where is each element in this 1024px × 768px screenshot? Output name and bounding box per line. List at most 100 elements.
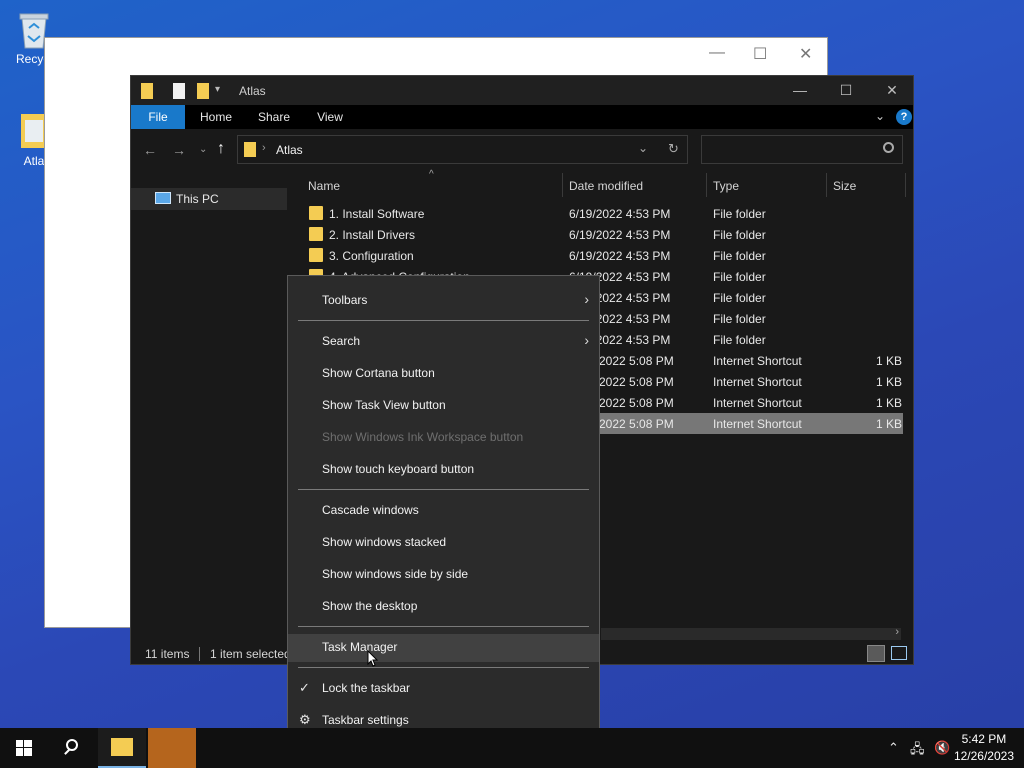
help-icon[interactable]: ? xyxy=(896,109,912,125)
column-divider[interactable] xyxy=(562,173,563,197)
back-icon[interactable]: ← xyxy=(143,142,157,158)
file-date: 2022 5:08 PM xyxy=(599,417,674,431)
tab-view[interactable]: View xyxy=(307,105,353,129)
file-type: Internet Shortcut xyxy=(713,354,802,368)
recent-locations-icon[interactable]: ⌄ xyxy=(199,144,207,155)
breadcrumb[interactable]: Atlas xyxy=(276,143,303,157)
clock-time: 5:42 PM xyxy=(961,732,1007,746)
minimize-icon[interactable]: — xyxy=(709,44,725,62)
file-date: 2022 5:08 PM xyxy=(599,375,674,389)
clock-date: 12/26/2023 xyxy=(953,749,1014,763)
horizontal-scrollbar[interactable]: › xyxy=(601,626,901,640)
system-clock[interactable]: 5:42 PM 12/26/2023 xyxy=(954,731,1014,765)
minimize-button[interactable]: — xyxy=(777,76,823,105)
new-folder-icon[interactable] xyxy=(197,83,209,99)
file-type: File folder xyxy=(713,333,766,347)
file-type: File folder xyxy=(713,312,766,326)
gear-icon: ⚙ xyxy=(299,712,311,727)
menu-item-label: Show Windows Ink Workspace button xyxy=(322,430,524,444)
refresh-icon[interactable]: ↻ xyxy=(668,141,679,157)
computer-icon xyxy=(155,192,171,204)
submenu-arrow-icon: › xyxy=(584,332,589,348)
scroll-right-icon[interactable]: › xyxy=(895,626,899,638)
menu-item-label: Toolbars xyxy=(322,293,368,307)
item-count: 11 items xyxy=(145,647,190,661)
up-icon[interactable]: ↑ xyxy=(217,140,225,158)
menu-item-search[interactable]: Search › xyxy=(288,328,599,354)
show-hidden-icons-icon[interactable]: ⌃ xyxy=(888,740,899,756)
file-date: 2022 5:08 PM xyxy=(599,354,674,368)
column-divider[interactable] xyxy=(826,173,827,197)
sort-indicator-icon: ^ xyxy=(429,169,434,180)
menu-item-show-touch-keyboard[interactable]: Show touch keyboard button xyxy=(288,456,599,482)
navigation-pane: This PC xyxy=(131,173,287,641)
search-button[interactable] xyxy=(48,728,96,768)
menu-item-label: Show windows side by side xyxy=(322,567,469,581)
menu-item-label: Show windows stacked xyxy=(322,535,447,549)
close-button[interactable]: ✕ xyxy=(869,76,915,105)
file-size: 1 KB xyxy=(876,354,903,368)
file-name: 3. Configuration xyxy=(329,249,414,263)
address-bar[interactable]: › Atlas ⌄ ↻ xyxy=(237,135,688,164)
folder-icon xyxy=(309,206,323,220)
column-divider[interactable] xyxy=(905,173,906,197)
menu-item-show-windows-side-by-side[interactable]: Show windows side by side xyxy=(288,561,599,587)
start-button[interactable] xyxy=(0,728,48,768)
menu-item-label: Cascade windows xyxy=(322,503,419,517)
column-header-name[interactable]: Name xyxy=(308,179,340,193)
column-header-type[interactable]: Type xyxy=(713,179,739,193)
menu-item-label: Show Cortana button xyxy=(322,366,435,380)
menu-item-lock-taskbar[interactable]: ✓ Lock the taskbar xyxy=(288,675,599,701)
customize-quick-access-icon[interactable]: ▾ xyxy=(215,84,220,95)
submenu-arrow-icon: › xyxy=(584,291,589,307)
tab-home[interactable]: Home xyxy=(193,105,239,129)
maximize-button[interactable]: ☐ xyxy=(823,76,869,105)
column-divider[interactable] xyxy=(706,173,707,197)
folder-icon xyxy=(309,248,323,262)
forward-icon[interactable]: → xyxy=(172,142,186,158)
file-date: 6/19/2022 4:53 PM xyxy=(569,207,671,221)
expand-ribbon-icon[interactable]: ⌄ xyxy=(875,109,885,123)
close-icon[interactable]: ✕ xyxy=(799,44,812,64)
properties-icon[interactable] xyxy=(173,83,185,99)
checkmark-icon: ✓ xyxy=(299,680,310,695)
search-icon xyxy=(883,142,894,153)
taskbar-app-file-explorer[interactable] xyxy=(98,728,146,768)
taskbar: ⌃ 🖧 🔇 5:42 PM 12/26/2023 xyxy=(0,728,1024,768)
menu-item-label: Lock the taskbar xyxy=(322,681,411,695)
menu-item-label: Search xyxy=(322,334,361,348)
taskbar-context-menu: Toolbars › Search › Show Cortana button … xyxy=(287,275,600,744)
table-row[interactable]: 3. Configuration 6/19/2022 4:53 PM File … xyxy=(299,245,903,266)
menu-item-show-desktop[interactable]: Show the desktop xyxy=(288,593,599,619)
file-type: File folder xyxy=(713,249,766,263)
tab-file[interactable]: File xyxy=(131,105,185,129)
nav-item-this-pc[interactable]: This PC xyxy=(131,188,287,210)
table-row[interactable]: 2. Install Drivers 6/19/2022 4:53 PM Fil… xyxy=(299,224,903,245)
table-row[interactable]: 1. Install Software 6/19/2022 4:53 PM Fi… xyxy=(299,203,903,224)
details-view-icon[interactable] xyxy=(867,645,885,662)
menu-item-show-task-view[interactable]: Show Task View button xyxy=(288,392,599,418)
menu-item-cascade-windows[interactable]: Cascade windows xyxy=(288,497,599,523)
column-header-size[interactable]: Size xyxy=(833,179,856,193)
file-date: 6/19/2022 4:53 PM xyxy=(569,228,671,242)
tab-share[interactable]: Share xyxy=(251,105,297,129)
breadcrumb-separator-icon: › xyxy=(262,142,266,154)
menu-item-show-windows-stacked[interactable]: Show windows stacked xyxy=(288,529,599,555)
file-type: File folder xyxy=(713,207,766,221)
menu-separator xyxy=(298,626,589,627)
taskbar-app-active[interactable] xyxy=(148,728,196,768)
menu-item-task-manager[interactable]: Task Manager xyxy=(288,634,599,662)
menu-item-toolbars[interactable]: Toolbars › xyxy=(288,287,599,313)
selected-count: 1 item selected xyxy=(210,647,291,661)
maximize-icon[interactable]: ☐ xyxy=(753,44,767,64)
search-input[interactable] xyxy=(701,135,903,164)
large-icons-view-icon[interactable] xyxy=(891,646,907,660)
network-icon[interactable]: 🖧 xyxy=(910,740,925,762)
menu-item-show-cortana[interactable]: Show Cortana button xyxy=(288,360,599,386)
file-name: 2. Install Drivers xyxy=(329,228,416,242)
volume-muted-icon[interactable]: 🔇 xyxy=(934,740,950,756)
address-dropdown-icon[interactable]: ⌄ xyxy=(638,141,648,155)
menu-separator xyxy=(298,489,589,490)
status-divider xyxy=(199,647,200,661)
column-header-date[interactable]: Date modified xyxy=(569,179,643,193)
